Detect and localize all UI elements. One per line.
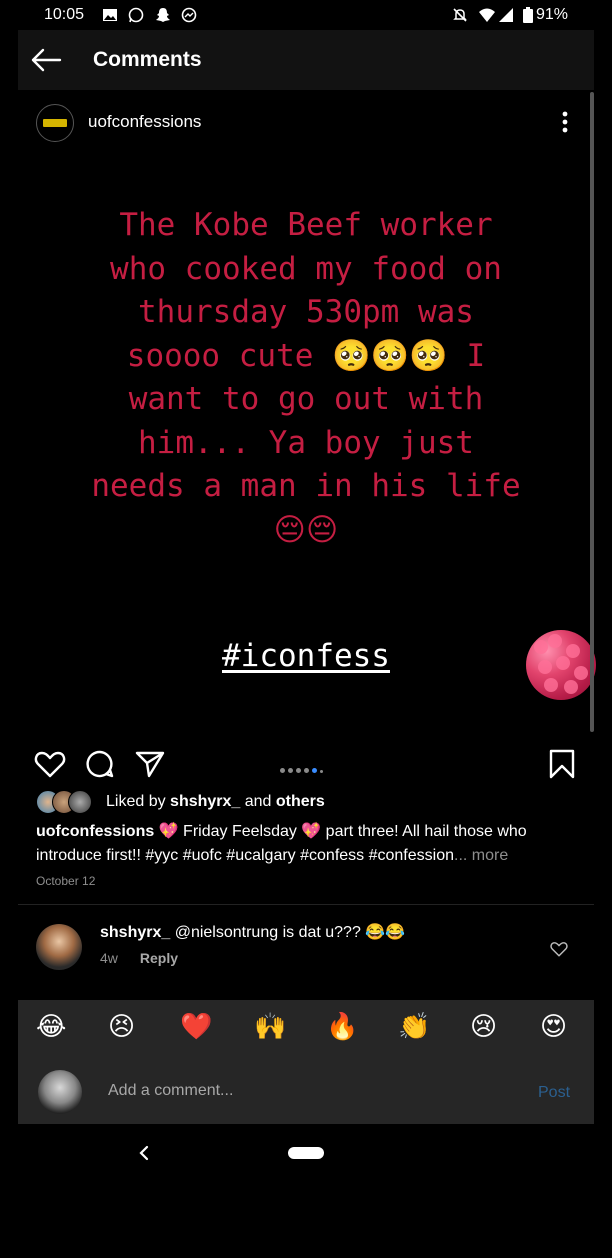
back-arrow-icon[interactable] <box>30 46 62 74</box>
emoji-clap[interactable]: 👏 <box>398 1012 430 1042</box>
carousel-dot <box>296 768 301 773</box>
confession-line: want to go out with <box>128 381 484 417</box>
post-caption: uofconfessions 💖 Friday Feelsday 💖 part … <box>36 820 566 868</box>
comment-item: shshyrx_ @nielsontrung is dat u??? 😂😂 4w… <box>18 910 594 996</box>
nav-back-icon[interactable] <box>134 1138 154 1168</box>
emoji-joy[interactable]: 😂 <box>36 1012 66 1042</box>
post-author-avatar[interactable] <box>36 104 74 142</box>
confession-text: The Kobe Beef worker who cooked my food … <box>48 204 564 552</box>
snapchat-icon <box>155 7 171 23</box>
share-icon[interactable] <box>134 748 166 780</box>
likes-row[interactable]: Liked by shshyrx_ and others <box>18 790 594 818</box>
messenger-icon <box>181 7 197 23</box>
avatar-logo-icon <box>43 119 67 127</box>
more-options-icon[interactable] <box>561 110 569 134</box>
comment-text: @nielsontrung is dat u??? 😂😂 <box>170 924 406 941</box>
post-comment-button[interactable]: Post <box>538 1084 570 1102</box>
confession-line: 😔😔 <box>273 511 339 548</box>
scrollbar[interactable] <box>590 92 594 732</box>
carousel-dot <box>320 770 323 773</box>
post-image[interactable]: The Kobe Beef worker who cooked my food … <box>18 154 596 750</box>
mute-icon <box>452 7 468 23</box>
emoji-quick-bar: 😂 😣 ❤️ 🙌 🔥 👏 😢 😍 <box>18 1008 594 1052</box>
battery-percent: 91% <box>535 6 568 23</box>
comment-heart-icon[interactable] <box>550 940 568 958</box>
post-header: uofconfessions <box>18 90 594 155</box>
whatsapp-icon <box>128 7 144 23</box>
hashtag-sticker: #iconfess <box>222 638 390 674</box>
reply-button[interactable]: Reply <box>140 950 178 966</box>
bookmark-icon[interactable] <box>546 748 578 780</box>
post-date: October 12 <box>36 874 96 888</box>
likes-text: Liked by shshyrx_ and others <box>106 793 325 810</box>
caption-username[interactable]: uofconfessions <box>36 823 154 840</box>
comment-meta: 4w Reply <box>100 950 178 966</box>
carousel-dot <box>304 768 309 773</box>
carousel-dot <box>280 768 285 773</box>
current-user-avatar <box>38 1070 82 1114</box>
commenter-avatar[interactable] <box>36 924 82 970</box>
comment-icon[interactable] <box>84 748 116 780</box>
liker-username[interactable]: shshyrx_ <box>170 793 240 810</box>
carousel-indicator <box>280 760 326 773</box>
wifi-icon <box>478 7 495 23</box>
app-screen: Comments uofconfessions The Kobe Beef wo… <box>18 30 596 1124</box>
heart-icon[interactable] <box>34 748 66 780</box>
emoji-raised-hands[interactable]: 🙌 <box>254 1012 286 1042</box>
confession-line: needs a man in his life <box>91 468 521 504</box>
divider <box>18 904 594 905</box>
emoji-heart[interactable]: ❤️ <box>180 1012 212 1042</box>
liker-avatars <box>36 790 102 814</box>
status-bar: 10:05 91% <box>0 0 612 30</box>
post-author-username[interactable]: uofconfessions <box>88 112 201 132</box>
emoji-heart-eyes[interactable]: 😍 <box>540 1012 567 1042</box>
likers-others[interactable]: others <box>276 793 325 810</box>
page-title: Comments <box>93 48 202 71</box>
liker-avatar <box>68 790 92 814</box>
commenter-username[interactable]: shshyrx_ <box>100 924 170 941</box>
emoji-cry[interactable]: 😢 <box>470 1012 497 1042</box>
carousel-dot <box>288 768 293 773</box>
emoji-fire[interactable]: 🔥 <box>326 1012 358 1042</box>
post-actions <box>18 736 594 786</box>
status-time: 10:05 <box>44 6 85 23</box>
comment-input[interactable]: Add a comment... <box>108 1082 233 1100</box>
comment-body: shshyrx_ @nielsontrung is dat u??? 😂😂 <box>100 922 405 942</box>
confession-line: thursday 530pm was <box>138 294 474 330</box>
confession-line: soooo cute 🥺🥺🥺 I <box>126 337 486 374</box>
confession-line: The Kobe Beef worker <box>119 207 493 243</box>
emoji-persevere[interactable]: 😣 <box>108 1012 135 1042</box>
confession-line: him... Ya boy just <box>138 424 474 461</box>
sticker-image <box>526 630 596 700</box>
carousel-dot-active <box>312 768 317 773</box>
gallery-icon <box>102 7 118 23</box>
confession-line: who cooked my food on <box>110 250 502 287</box>
signal-icon <box>498 7 514 23</box>
top-bar: Comments <box>18 30 594 90</box>
battery-icon <box>520 7 536 23</box>
caption-more-link[interactable]: ... more <box>454 847 508 864</box>
comment-composer: 😂 😣 ❤️ 🙌 🔥 👏 😢 😍 Add a comment... Post <box>18 1000 594 1124</box>
nav-home-pill[interactable] <box>288 1147 324 1159</box>
comment-age: 4w <box>100 950 118 966</box>
